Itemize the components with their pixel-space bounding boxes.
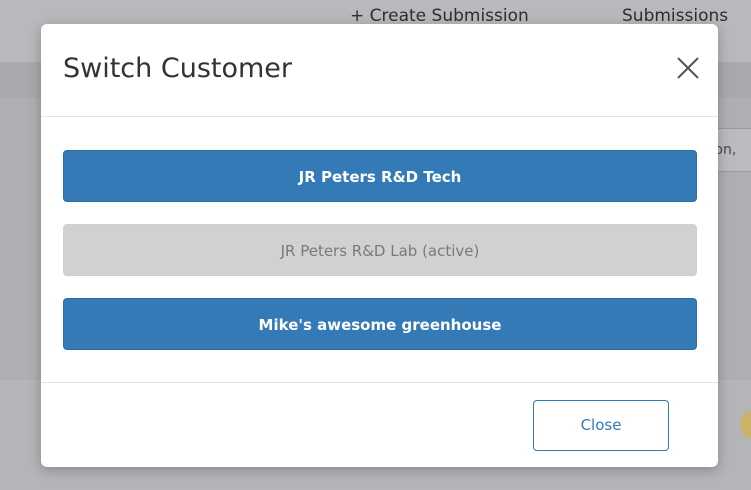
modal-header: Switch Customer [41,24,718,117]
nav-create-submission[interactable]: + Create Submission [350,6,529,26]
modal-title: Switch Customer [63,53,292,84]
modal-footer: Close [41,382,718,467]
page: + Create Submission Submissions tion, Sw… [0,0,751,490]
nav-submissions[interactable]: Submissions [622,6,728,26]
modal-body: JR Peters R&D Tech JR Peters R&D Lab (ac… [41,117,718,382]
close-button[interactable]: Close [533,400,669,451]
switch-customer-modal: Switch Customer JR Peters R&D Tech JR Pe… [41,24,718,467]
customer-button-jr-peters-tech[interactable]: JR Peters R&D Tech [63,150,697,202]
customer-button-mikes-greenhouse[interactable]: Mike's awesome greenhouse [63,298,697,350]
close-x-icon[interactable] [674,54,702,82]
customer-button-jr-peters-lab-active: JR Peters R&D Lab (active) [63,224,697,276]
